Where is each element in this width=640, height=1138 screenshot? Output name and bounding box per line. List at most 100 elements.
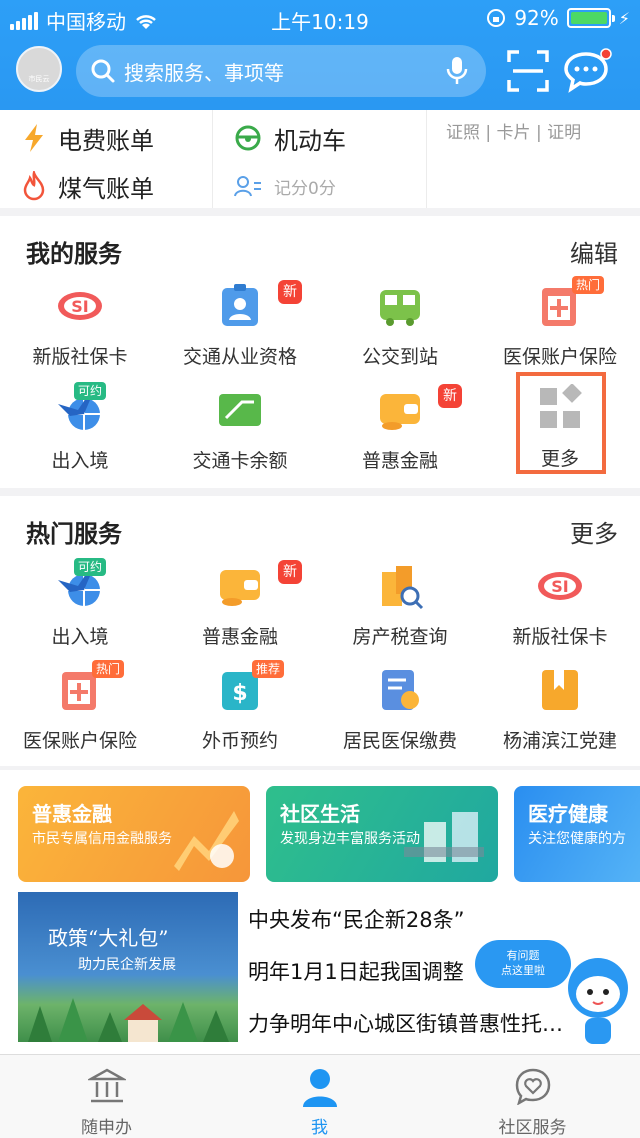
- service-label: 出入境: [51, 450, 109, 472]
- steering-wheel-icon: [235, 125, 261, 151]
- hot-service-3[interactable]: 房产税查询: [320, 562, 480, 668]
- badge: 可约: [74, 558, 107, 576]
- heart-chat-icon: [515, 1068, 551, 1105]
- svg-text:$: $: [232, 681, 247, 706]
- more-link[interactable]: 更多: [570, 514, 618, 549]
- hot-service-4[interactable]: SI 新版社保卡: [480, 562, 640, 668]
- tab-me[interactable]: 我: [213, 1055, 426, 1138]
- hot-service-7[interactable]: 居民医保缴费: [320, 666, 480, 772]
- microphone-icon[interactable]: [446, 56, 468, 86]
- hot-service-2[interactable]: 新普惠金融: [160, 560, 320, 668]
- message-icon[interactable]: [564, 48, 616, 94]
- tab-community-label: 社区服务: [498, 1118, 567, 1138]
- status-bar: 中国移动 上午10:19 92% ⚡: [0, 0, 640, 36]
- hot-service-8[interactable]: 杨浦滨江党建: [480, 666, 640, 772]
- hot-service-5[interactable]: 热门 医保账户保险: [0, 660, 160, 772]
- svg-text:SI: SI: [551, 577, 568, 596]
- news-image-subtitle: 助力民企新发展: [78, 957, 176, 973]
- quick-access: 电费账单 煤气账单 机动车 记分0分 证照 | 卡片 | 证明: [0, 110, 640, 208]
- banner-community[interactable]: 社区生活 发现身边丰富服务活动: [266, 786, 498, 882]
- banner-finance[interactable]: 普惠金融 市民专属信用金融服务: [18, 786, 250, 882]
- tab-me-label: 我: [311, 1118, 328, 1138]
- payment-doc-icon: [376, 666, 424, 714]
- service-label: 公交到站: [361, 346, 438, 368]
- badge: 新: [278, 280, 302, 304]
- service-label: 杨浦滨江党建: [502, 730, 617, 752]
- search-bar[interactable]: 搜索服务、事项等: [76, 45, 486, 97]
- electric-bill-label: 电费账单: [58, 126, 154, 155]
- social-security-icon: SI: [536, 562, 584, 610]
- badge: 新: [278, 560, 302, 584]
- edit-button[interactable]: 编辑: [570, 234, 618, 269]
- tab-community[interactable]: 社区服务: [426, 1055, 639, 1138]
- service-label: 房产税查询: [352, 626, 448, 648]
- rotation-lock-icon: [487, 9, 506, 27]
- news-headline-2[interactable]: 明年1月1日起我国调整: [248, 956, 478, 986]
- vehicle-label: 机动车: [274, 126, 346, 155]
- score-label: 记分0分: [274, 178, 336, 199]
- help-bubble: 有问题 点这里啦: [475, 940, 571, 988]
- badge: 新: [438, 384, 462, 408]
- search-placeholder: 搜索服务、事项等: [124, 60, 284, 85]
- help-mascot[interactable]: 有问题 点这里啦: [475, 940, 640, 1050]
- avatar[interactable]: 市民云: [16, 46, 62, 92]
- service-label: 出入境: [51, 626, 109, 648]
- user-score-icon: [234, 176, 261, 197]
- vehicle-item[interactable]: 机动车: [234, 114, 346, 162]
- service-label: 居民医保缴费: [342, 730, 457, 752]
- my-service-6[interactable]: 交通卡余额: [160, 386, 320, 492]
- service-label: 医保账户保险: [22, 730, 137, 752]
- header: 中国移动 上午10:19 92% ⚡ 市民云 搜索服务、事项等: [0, 0, 640, 110]
- banner-health[interactable]: 医疗健康 关注您健康的方: [514, 786, 640, 882]
- my-service-8[interactable]: 更多: [480, 383, 640, 490]
- my-service-3[interactable]: 公交到站: [320, 282, 480, 388]
- flame-icon: [23, 171, 45, 201]
- cards-links[interactable]: 证照 | 卡片 | 证明: [446, 118, 581, 143]
- my-service-4[interactable]: 热门 医保账户保险: [480, 276, 640, 388]
- city-illustration-icon: [404, 812, 484, 862]
- transport-card-icon: [216, 386, 264, 434]
- banner-health-title: 医疗健康: [528, 802, 608, 826]
- bus-icon: [376, 282, 424, 330]
- news-image-title: 政策“大礼包”: [48, 926, 169, 950]
- service-label: 新版社保卡: [32, 346, 128, 368]
- news-headline-1[interactable]: 中央发布“民企新28条”: [248, 904, 638, 934]
- hot-service-1[interactable]: 可约出入境: [0, 558, 160, 668]
- social-security-icon: SI: [56, 282, 104, 330]
- my-service-2[interactable]: 新交通从业资格: [160, 280, 320, 388]
- more-grid-icon: [536, 383, 584, 432]
- my-service-5[interactable]: 可约出入境: [0, 382, 160, 492]
- building-search-icon: [376, 562, 424, 610]
- service-label: 普惠金融: [361, 450, 438, 472]
- badge: 推荐: [252, 660, 285, 678]
- tab-bar: 随申办 我 社区服务: [0, 1054, 640, 1138]
- service-label: 普惠金融: [201, 626, 278, 648]
- charging-icon: ⚡: [618, 8, 630, 28]
- gas-bill-item[interactable]: 煤气账单: [22, 162, 154, 210]
- person-icon: [303, 1069, 337, 1107]
- banner-health-subtitle: 关注您健康的方: [528, 831, 626, 847]
- electric-bill-item[interactable]: 电费账单: [22, 114, 154, 162]
- banner-finance-title: 普惠金融: [32, 802, 112, 826]
- id-badge-icon: [216, 282, 264, 330]
- lightning-icon: [25, 124, 43, 152]
- badge: 可约: [74, 382, 107, 400]
- finance-illustration-icon: [174, 811, 239, 871]
- battery-percent: 92%: [514, 6, 559, 30]
- service-label: 医保账户保险: [502, 346, 617, 368]
- my-service-7[interactable]: 新普惠金融: [320, 384, 480, 492]
- tab-home-label: 随申办: [81, 1118, 132, 1138]
- svg-text:SI: SI: [71, 297, 88, 316]
- wallet-icon: [376, 386, 424, 434]
- wallet-icon: [216, 562, 264, 610]
- hot-services-title: 热门服务: [26, 520, 122, 548]
- tab-home[interactable]: 随申办: [0, 1055, 213, 1138]
- news-image[interactable]: 政策“大礼包” 助力民企新发展: [18, 892, 238, 1042]
- my-service-1[interactable]: SI 新版社保卡: [0, 282, 160, 388]
- hot-service-6[interactable]: $ 推荐 外币预约: [160, 660, 320, 772]
- scan-icon[interactable]: [505, 48, 551, 94]
- building-icon: [88, 1068, 126, 1103]
- gas-bill-label: 煤气账单: [58, 174, 154, 203]
- banner-community-title: 社区生活: [280, 802, 360, 826]
- score-item[interactable]: 记分0分: [234, 162, 346, 210]
